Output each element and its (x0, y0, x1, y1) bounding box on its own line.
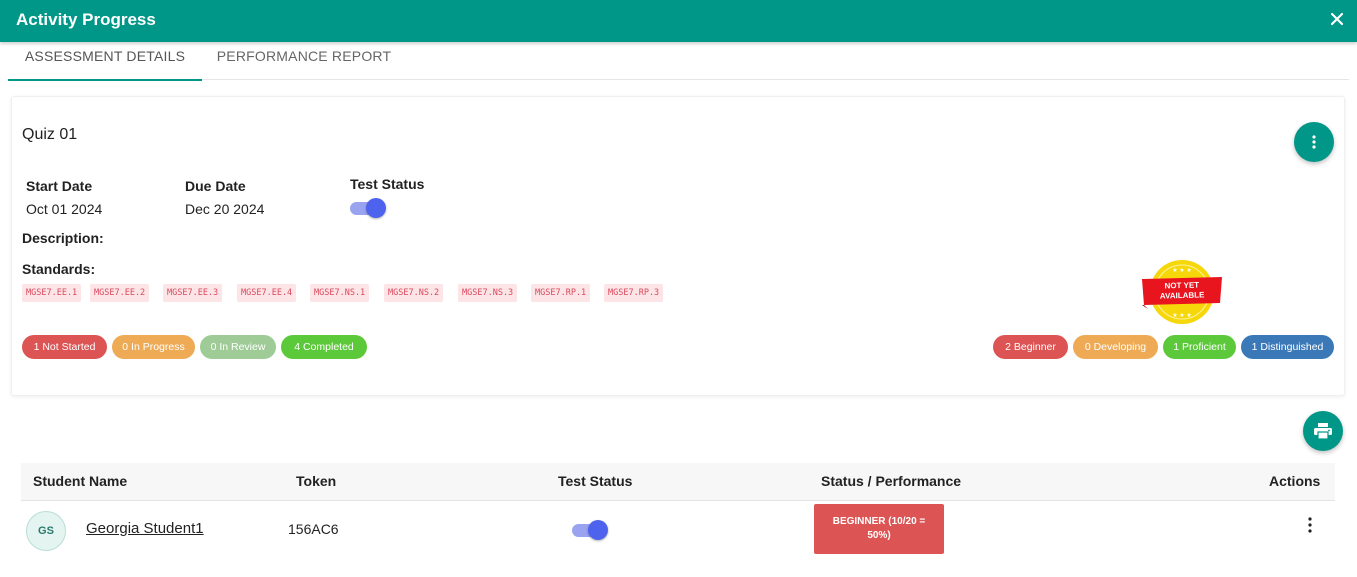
table-header (21, 463, 1335, 501)
standards-label: Standards: (22, 261, 96, 277)
close-icon[interactable] (1326, 8, 1348, 30)
distinguished-count[interactable]: 1 Distinguished (1241, 335, 1334, 359)
test-status-toggle[interactable] (350, 198, 386, 218)
in-progress-count[interactable]: 0 In Progress (112, 335, 195, 359)
print-button[interactable] (1303, 411, 1343, 451)
proficient-count[interactable]: 1 Proficient (1163, 335, 1236, 359)
start-date-value: Oct 01 2024 (26, 201, 103, 217)
due-date-value: Dec 20 2024 (185, 201, 265, 217)
column-student-name[interactable]: Student Name (33, 473, 127, 489)
standard-tag: MGSE7.RP.1 (531, 284, 591, 302)
standard-tag: MGSE7.NS.3 (458, 284, 518, 302)
row-actions-button[interactable] (1300, 515, 1320, 535)
student-name-link[interactable]: Georgia Student1 (86, 520, 204, 537)
column-status-performance[interactable]: Status / Performance (821, 473, 961, 489)
avatar: GS (26, 511, 66, 551)
description-label: Description: (22, 230, 104, 246)
student-token: 156AC6 (288, 521, 339, 537)
standard-tag: MGSE7.NS.2 (384, 284, 444, 302)
print-icon (1314, 423, 1332, 440)
in-review-count[interactable]: 0 In Review (200, 335, 276, 359)
due-date-label: Due Date (185, 178, 246, 194)
beginner-count[interactable]: 2 Beginner (993, 335, 1068, 359)
completed-count[interactable]: 4 Completed (281, 335, 367, 359)
standard-tag: MGSE7.EE.3 (163, 284, 223, 302)
tab-assessment-details[interactable]: ASSESSMENT DETAILS (8, 42, 202, 81)
standard-tag: MGSE7.NS.1 (310, 284, 370, 302)
standard-tag: MGSE7.EE.2 (90, 284, 150, 302)
svg-text:★ ★ ★: ★ ★ ★ (1172, 312, 1191, 319)
assessment-title: Quiz 01 (22, 126, 78, 143)
tab-bar: ASSESSMENT DETAILS PERFORMANCE REPORT (8, 42, 1349, 81)
column-token[interactable]: Token (296, 473, 336, 489)
column-actions: Actions (1269, 473, 1321, 489)
developing-count[interactable]: 0 Developing (1073, 335, 1158, 359)
not-started-count[interactable]: 1 Not Started (22, 335, 107, 359)
more-options-button[interactable] (1294, 122, 1334, 162)
student-test-status-toggle[interactable] (572, 520, 608, 540)
standard-tag: MGSE7.EE.1 (22, 284, 82, 302)
dialog-header: Activity Progress (0, 0, 1357, 42)
dialog-title: Activity Progress (16, 10, 156, 29)
more-vert-icon (1308, 517, 1312, 533)
svg-text:★ ★ ★: ★ ★ ★ (1172, 267, 1191, 274)
toggle-knob (588, 520, 608, 540)
tab-performance-report[interactable]: PERFORMANCE REPORT (202, 42, 406, 80)
test-status-label: Test Status (350, 176, 425, 192)
column-test-status[interactable]: Test Status (558, 473, 632, 489)
start-date-label: Start Date (26, 178, 93, 194)
more-vert-icon (1312, 135, 1316, 149)
toggle-knob (366, 198, 386, 218)
standard-tag: MGSE7.EE.4 (237, 284, 297, 302)
not-yet-available-badge: ★ ★ ★ ★ ★ ★ NOT YET AVAILABLE (1140, 259, 1224, 325)
performance-status-badge: BEGINNER (10/20 = 50%) (814, 504, 944, 554)
standard-tag: MGSE7.RP.3 (604, 284, 664, 302)
